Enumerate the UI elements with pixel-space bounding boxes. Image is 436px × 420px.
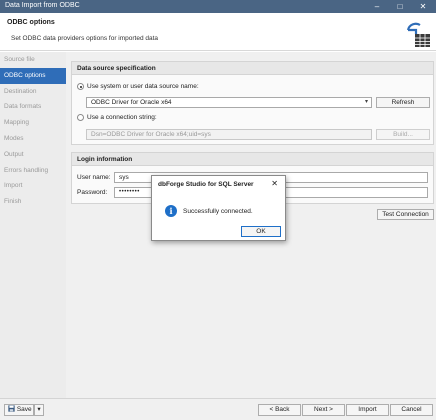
window-titlebar: Data Import from ODBC – □ ✕ [0, 0, 436, 13]
connection-success-dialog: dbForge Studio for SQL Server ✕ i Succes… [151, 175, 286, 241]
sidebar-item-import[interactable]: Import [0, 178, 66, 194]
import-table-icon [406, 22, 430, 47]
datasource-group-title: Data source specification [72, 62, 433, 75]
connection-string-radio[interactable] [77, 114, 84, 121]
sidebar-item-modes[interactable]: Modes [0, 131, 66, 147]
save-button[interactable]: Save [4, 404, 34, 416]
wizard-footer: Save ▾ < Back Next > Import Cancel [0, 398, 436, 420]
dsn-radio[interactable] [77, 83, 84, 90]
window-title: Data Import from ODBC [5, 2, 80, 9]
refresh-button[interactable]: Refresh [376, 97, 430, 108]
import-button[interactable]: Import [346, 404, 389, 416]
sidebar-item-destination[interactable]: Destination [0, 84, 66, 100]
datasource-group: Data source specification Use system or … [71, 61, 434, 145]
chevron-down-icon[interactable]: ▾ [365, 98, 368, 107]
floppy-disk-icon [8, 405, 15, 412]
wizard-steps-sidebar: Source file ODBC options Destination Dat… [0, 52, 66, 398]
dialog-title: dbForge Studio for SQL Server [158, 181, 254, 188]
sidebar-item-data-formats[interactable]: Data formats [0, 99, 66, 115]
info-icon: i [165, 205, 177, 217]
back-button[interactable]: < Back [258, 404, 301, 416]
close-icon[interactable]: ✕ [271, 179, 278, 188]
dsn-radio-label[interactable]: Use system or user data source name: [87, 83, 199, 90]
sidebar-item-finish[interactable]: Finish [0, 194, 66, 210]
page-title: ODBC options [7, 19, 55, 26]
dsn-select-value: ODBC Driver for Oracle x64 [91, 99, 172, 106]
build-button[interactable]: Build... [376, 129, 430, 140]
page-subtitle: Set ODBC data providers options for impo… [11, 35, 159, 42]
close-window-button[interactable]: ✕ [412, 1, 434, 12]
dialog-message: Successfully connected. [183, 208, 253, 215]
maximize-button[interactable]: □ [389, 1, 411, 12]
save-button-label: Save [16, 406, 32, 413]
save-dropdown-button[interactable]: ▾ [34, 404, 44, 416]
sidebar-item-source-file[interactable]: Source file [0, 52, 66, 68]
next-button[interactable]: Next > [302, 404, 345, 416]
sidebar-item-mapping[interactable]: Mapping [0, 115, 66, 131]
test-connection-button[interactable]: Test Connection [377, 209, 434, 220]
wizard-header: ODBC options Set ODBC data providers opt… [0, 13, 436, 51]
minimize-button[interactable]: – [366, 1, 388, 12]
login-group-title: Login information [72, 153, 433, 166]
sidebar-item-odbc-options[interactable]: ODBC options [0, 67, 66, 84]
sidebar-item-output[interactable]: Output [0, 147, 66, 163]
cancel-button[interactable]: Cancel [390, 404, 433, 416]
username-label: User name: [77, 174, 111, 181]
password-label: Password: [77, 189, 108, 196]
connection-string-radio-label[interactable]: Use a connection string: [87, 114, 157, 121]
ok-button[interactable]: OK [241, 226, 281, 237]
sidebar-item-errors-handling[interactable]: Errors handling [0, 163, 66, 179]
chevron-down-icon: ▾ [37, 406, 41, 413]
dsn-select[interactable]: ODBC Driver for Oracle x64 ▾ [86, 97, 372, 108]
connection-string-input[interactable]: Dsn=ODBC Driver for Oracle x64;uid=sys [86, 129, 372, 140]
